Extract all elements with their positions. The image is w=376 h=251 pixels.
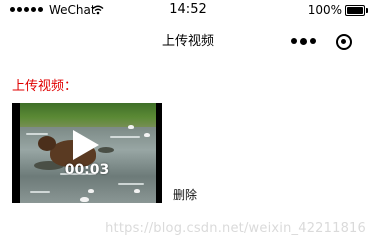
- navigation-bar: 上传视频: [0, 20, 376, 64]
- delete-button[interactable]: 删除: [173, 186, 197, 203]
- video-player[interactable]: 00:03: [12, 103, 162, 203]
- upload-video-label: 上传视频：: [12, 79, 78, 94]
- battery-percentage: 100%: [307, 3, 342, 17]
- video-duration: 00:03: [64, 162, 110, 178]
- menu-capsule: [287, 28, 367, 56]
- play-icon[interactable]: [73, 130, 99, 160]
- close-icon[interactable]: [336, 34, 352, 50]
- watermark: https://blog.csdn.net/weixin_42211816: [105, 221, 366, 236]
- battery-icon: [345, 5, 369, 16]
- more-icon[interactable]: [291, 37, 316, 45]
- status-bar: WeChat 14:52 100%: [0, 0, 376, 20]
